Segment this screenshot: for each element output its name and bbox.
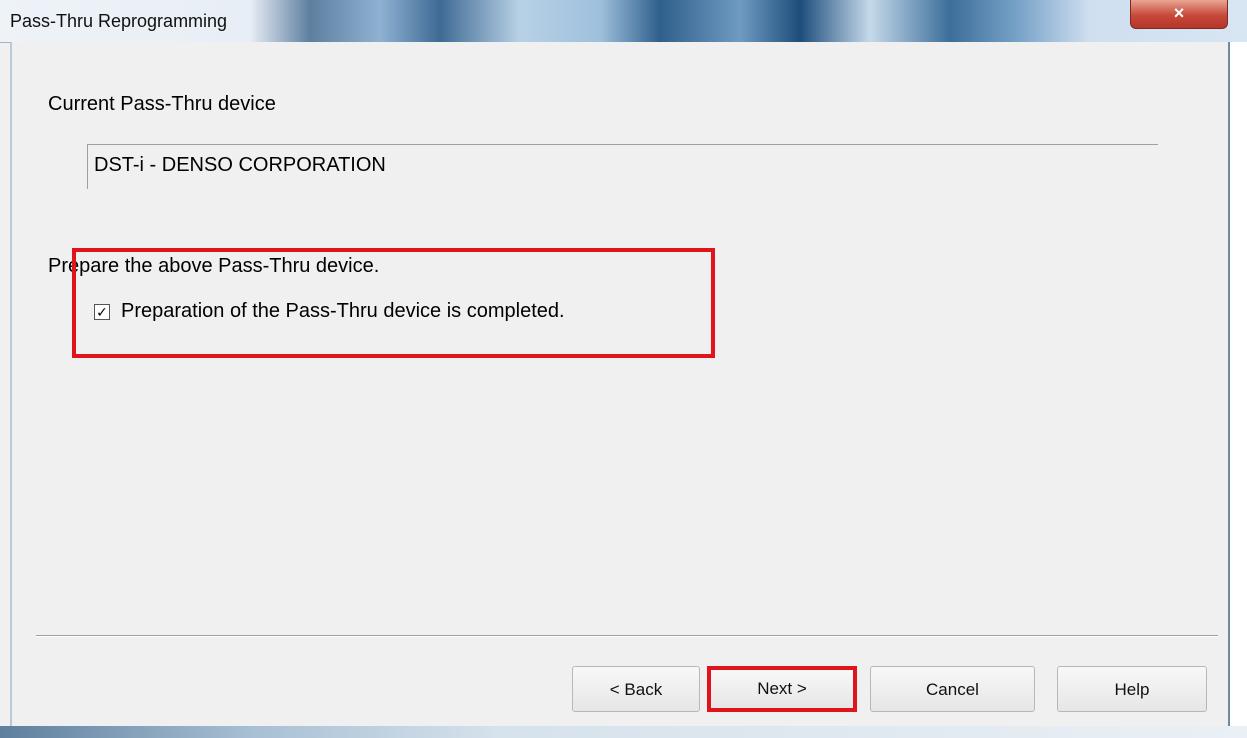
dialog-client-area: Current Pass-Thru device DST-i - DENSO C… [10, 42, 1228, 732]
back-button[interactable]: < Back [572, 666, 700, 712]
title-bar[interactable]: Pass-Thru Reprogramming × [0, 0, 1247, 43]
current-device-value: DST-i - DENSO CORPORATION [94, 154, 386, 176]
close-icon: × [1173, 3, 1185, 23]
bottom-border-strip [0, 726, 1247, 738]
current-device-label: Current Pass-Thru device [48, 93, 276, 115]
close-button[interactable]: × [1130, 0, 1228, 29]
window-title: Pass-Thru Reprogramming [10, 11, 228, 31]
cancel-button[interactable]: Cancel [870, 666, 1035, 712]
background-window-edge [1228, 42, 1247, 738]
checkbox-highlight-frame [72, 248, 715, 358]
footer-separator [36, 635, 1218, 637]
next-button[interactable]: Next > [707, 666, 857, 712]
pass-thru-dialog: Pass-Thru Reprogramming × Current Pass-T… [0, 0, 1247, 738]
help-button[interactable]: Help [1057, 666, 1207, 712]
current-device-field: DST-i - DENSO CORPORATION [87, 144, 1158, 189]
